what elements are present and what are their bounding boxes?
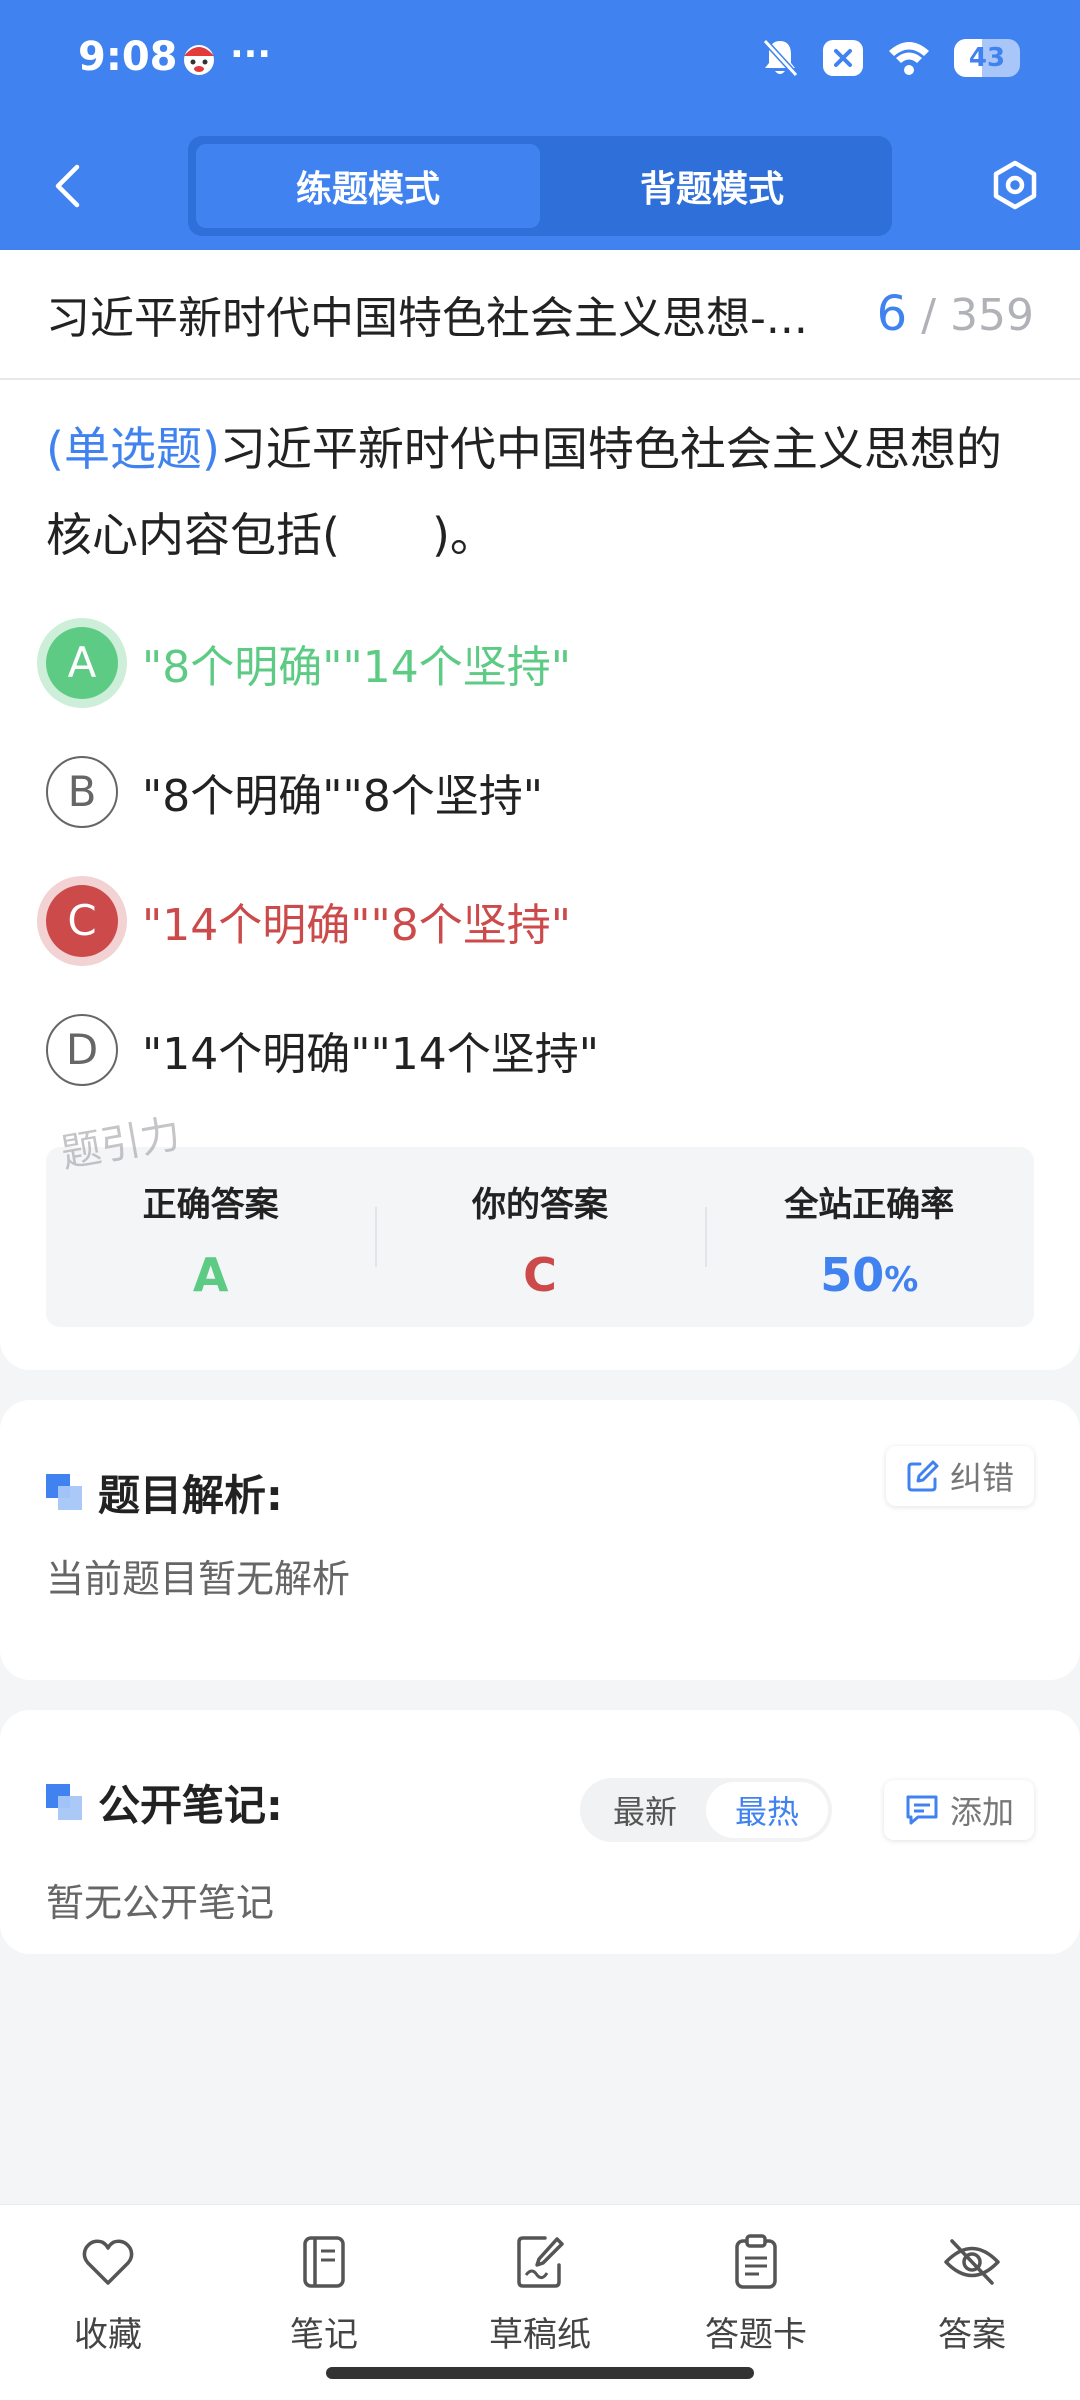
tab-practice-mode[interactable]: 练题模式	[196, 144, 540, 228]
status-time: 9:08	[78, 34, 178, 80]
correct-answer-label: 正确答案	[142, 1185, 279, 1225]
accuracy-rate-unit: %	[884, 1260, 919, 1300]
battery-level: 43	[968, 43, 1006, 73]
notes-empty-text: 暂无公开笔记	[46, 1881, 275, 1925]
wifi-icon	[889, 42, 929, 75]
draft-paper-label: 草稿纸	[489, 2315, 591, 2355]
option-b[interactable]: B "8个明确""8个坚持"	[46, 727, 1034, 856]
analysis-header: 题目解析:	[46, 1462, 283, 1523]
battery-icon: 43	[954, 39, 1020, 77]
favorite-button[interactable]: 收藏	[0, 2205, 216, 2400]
option-c[interactable]: C "14个明确""8个坚持"	[46, 856, 1034, 985]
mode-switch: 练题模式 背题模式	[188, 136, 892, 236]
question-type: (单选题)	[46, 422, 220, 476]
option-b-text: "8个明确""8个坚持"	[142, 770, 543, 822]
add-note-label: 添加	[949, 1793, 1014, 1831]
option-a-letter: A	[46, 626, 118, 699]
your-answer-label: 你的答案	[471, 1185, 608, 1225]
analysis-card: 题目解析: 纠错 当前题目暂无解析	[0, 1400, 1080, 1680]
favorite-label: 收藏	[74, 2315, 142, 2355]
show-answer-label: 答案	[938, 2315, 1006, 2355]
question-stem: (单选题)习近平新时代中国特色社会主义思想的核心内容包括( )。	[0, 380, 1080, 578]
accuracy-rate-label: 全站正确率	[784, 1185, 955, 1225]
show-answer-button[interactable]: 答案	[864, 2205, 1080, 2400]
option-a[interactable]: A "8个明确""14个坚持"	[46, 598, 1034, 727]
notes-label: 笔记	[290, 2315, 358, 2355]
progress-separator: /	[921, 290, 937, 341]
option-d-text: "14个明确""14个坚持"	[142, 1028, 599, 1080]
notebook-icon	[303, 2236, 345, 2288]
analysis-title: 题目解析:	[98, 1471, 283, 1520]
section-squares-icon	[46, 1473, 84, 1512]
top-nav: 练题模式 背题模式	[0, 130, 1080, 240]
your-answer-cell: 你的答案 C	[375, 1147, 704, 1327]
answer-result-panel: 正确答案 A 你的答案 C 全站正确率 50%	[46, 1147, 1034, 1327]
draft-paper-icon	[517, 2236, 564, 2288]
accuracy-rate-cell: 全站正确率 50%	[704, 1147, 1034, 1327]
back-button[interactable]	[42, 158, 92, 214]
accuracy-rate-value: 50%	[820, 1248, 918, 1302]
settings-hex-icon	[993, 160, 1037, 210]
comment-add-icon	[906, 1795, 938, 1825]
public-notes-card: 公开笔记: 最新 最热 添加 暂无公开笔记	[0, 1710, 1080, 1954]
report-error-button[interactable]: 纠错	[885, 1446, 1034, 1506]
answer-card-icon	[735, 2234, 777, 2289]
paper-title-row: 习近平新时代中国特色社会主义思想-... 6 / 359	[0, 250, 1080, 380]
option-d[interactable]: D "14个明确""14个坚持"	[46, 985, 1034, 1114]
sort-latest-option[interactable]: 最新	[584, 1782, 706, 1838]
app-mascot-icon	[184, 45, 214, 75]
add-note-button[interactable]: 添加	[883, 1780, 1034, 1840]
current-question-number: 6	[876, 286, 908, 342]
screen: 9:08 ··· 43 练题模式 背题模式 习近平新时代中国特色社会主义思想-.…	[0, 0, 1080, 2400]
back-chevron-icon	[55, 164, 80, 208]
your-answer-value: C	[523, 1248, 557, 1302]
option-c-letter: C	[46, 884, 118, 957]
total-question-count: 359	[950, 290, 1034, 341]
analysis-empty-text: 当前题目暂无解析	[46, 1557, 351, 1601]
heart-icon	[82, 2239, 134, 2285]
notes-header: 公开笔记:	[46, 1772, 283, 1833]
tab-memorize-mode[interactable]: 背题模式	[540, 144, 884, 228]
question-progress: 6 / 359	[877, 286, 1034, 342]
accuracy-rate-number: 50	[820, 1248, 885, 1302]
section-squares-icon	[46, 1783, 84, 1822]
correct-answer-cell: 正确答案 A	[46, 1147, 375, 1327]
option-d-letter: D	[46, 1013, 118, 1086]
close-box-icon	[823, 40, 863, 76]
status-bar: 9:08 ··· 43	[0, 0, 1080, 120]
option-b-letter: B	[46, 755, 118, 828]
home-indicator[interactable]	[326, 2367, 754, 2379]
sort-hot-option[interactable]: 最热	[706, 1782, 828, 1838]
answer-card-label: 答题卡	[705, 2315, 807, 2355]
option-list: A "8个明确""14个坚持" B "8个明确""8个坚持" C "14个明确"…	[0, 578, 1080, 1114]
app-header: 9:08 ··· 43 练题模式 背题模式	[0, 0, 1080, 250]
report-error-label: 纠错	[949, 1459, 1014, 1497]
option-c-text: "14个明确""8个坚持"	[142, 899, 571, 951]
status-more-dots: ···	[230, 34, 272, 75]
edit-icon	[907, 1460, 939, 1492]
question-card: 习近平新时代中国特色社会主义思想-... 6 / 359 (单选题)习近平新时代…	[0, 250, 1080, 1370]
bell-off-icon	[762, 38, 799, 78]
option-a-text: "8个明确""14个坚持"	[142, 641, 571, 693]
correct-answer-value: A	[192, 1248, 229, 1302]
status-icons: 43	[760, 36, 1020, 80]
eye-off-icon	[944, 2239, 1000, 2285]
paper-title: 习近平新时代中国特色社会主义思想-...	[46, 293, 808, 344]
notes-title: 公开笔记:	[98, 1781, 283, 1830]
settings-button[interactable]	[984, 154, 1046, 216]
notes-sort-toggle: 最新 最热	[580, 1778, 832, 1842]
